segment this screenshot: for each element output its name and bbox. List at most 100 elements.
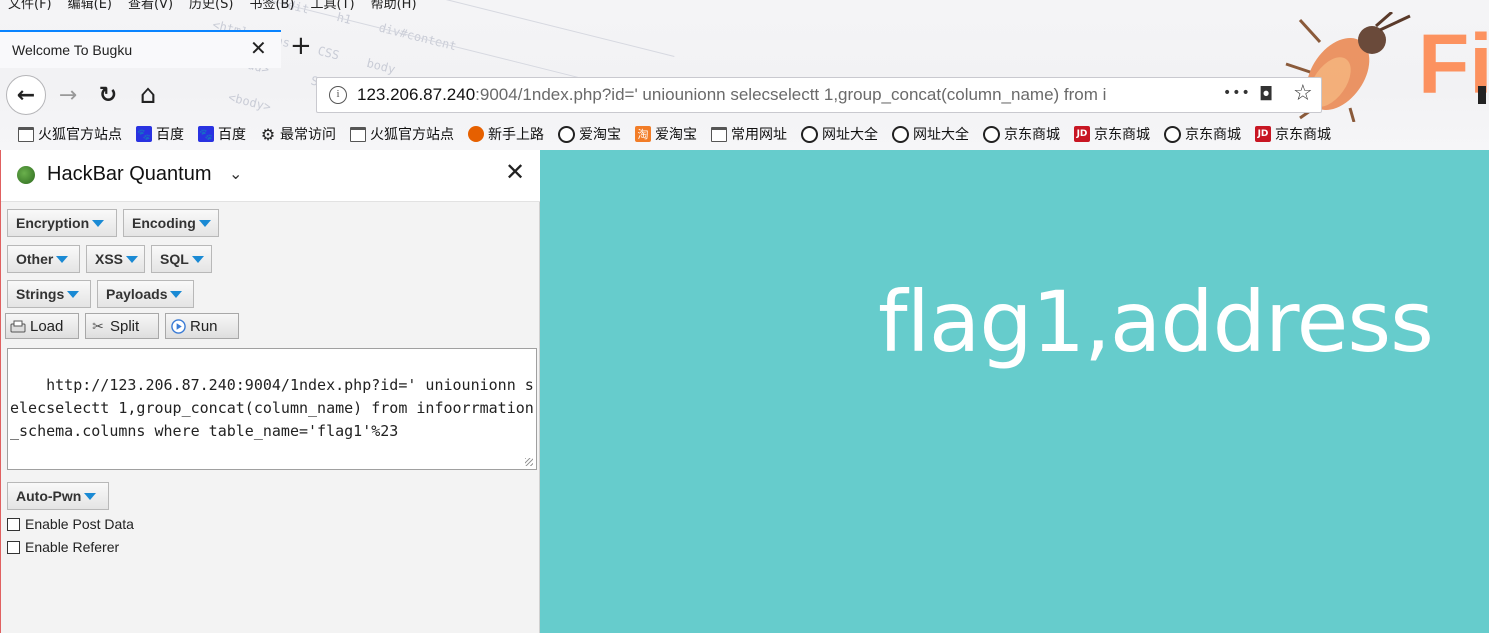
chevron-down-icon[interactable]: ⌄ <box>229 164 242 183</box>
hackbar-sidebar: HackBar Quantum ⌄ ✕ Encryption Encoding … <box>0 150 540 633</box>
baidu-icon: 🐾 <box>198 126 214 142</box>
page-actions-icon[interactable]: ••• <box>1223 85 1251 101</box>
bookmark-item[interactable]: JD 京东商城 <box>1074 124 1150 144</box>
dropdown-arrow-icon <box>84 492 97 500</box>
url-path: :9004/1ndex.php?id=' uniounionn selecsel… <box>475 85 1107 104</box>
pocket-icon[interactable]: ◘ <box>1259 84 1273 105</box>
menu-bookmarks[interactable]: 书签(B) <box>241 0 302 17</box>
dropdown-arrow-icon <box>198 219 211 227</box>
load-url-button[interactable]: Load <box>5 313 79 339</box>
back-arrow-icon: ← <box>16 82 36 108</box>
tab-welcome[interactable]: Welcome To Bugku ✕ <box>0 30 281 68</box>
new-tab-icon[interactable]: + <box>290 33 312 59</box>
browser-chrome: Console Edit h1 div#content <html xmlns … <box>0 0 1489 150</box>
encoding-menu[interactable]: Encoding <box>123 209 219 237</box>
xss-label: XSS <box>95 251 124 267</box>
menu-history[interactable]: 历史(S) <box>181 0 241 17</box>
tab-strip: Welcome To Bugku ✕ + <box>0 30 1489 68</box>
bookmark-item[interactable]: 🐾 百度 <box>198 124 246 144</box>
menu-tools[interactable]: 工具(T) <box>303 0 363 17</box>
bookmark-label: 京东商城 <box>1185 127 1241 143</box>
bookmark-item[interactable]: 🐾 百度 <box>136 124 184 144</box>
bookmark-item[interactable]: 火狐官方站点 <box>350 124 454 144</box>
back-button[interactable]: ← <box>6 75 46 115</box>
site-info-icon[interactable]: i <box>329 86 347 104</box>
jd-icon: JD <box>1255 126 1271 142</box>
bookmark-item[interactable]: 淘爱淘宝 <box>635 124 697 144</box>
bookmark-item[interactable]: 新手上路 <box>468 124 544 144</box>
resize-grip-icon[interactable] <box>525 458 533 466</box>
bookmark-label: 常用网址 <box>731 127 787 143</box>
page-content: flag1,address <box>540 150 1489 633</box>
dropdown-arrow-icon <box>126 255 139 263</box>
payloads-menu[interactable]: Payloads <box>97 280 194 308</box>
dropdown-arrow-icon <box>56 255 69 263</box>
url-bar[interactable]: i 123.206.87.240:9004/1ndex.php?id=' uni… <box>316 77 1322 113</box>
bookmark-item[interactable]: ⚙ 最常访问 <box>260 124 336 144</box>
xss-menu[interactable]: XSS <box>86 245 145 273</box>
strings-label: Strings <box>16 286 65 302</box>
menu-view[interactable]: 查看(V) <box>120 0 181 17</box>
sidebar-close-icon[interactable]: ✕ <box>505 160 525 184</box>
home-button[interactable]: ⌂ <box>128 75 168 115</box>
bookmark-item[interactable]: 爱淘宝 <box>558 124 621 144</box>
folder-icon <box>711 126 727 142</box>
auto-pwn-menu[interactable]: Auto-Pwn <box>7 482 109 510</box>
home-icon: ⌂ <box>139 80 157 110</box>
load-icon <box>10 318 26 334</box>
tab-title: Welcome To Bugku <box>12 42 133 58</box>
enable-post-data-label: Enable Post Data <box>25 516 134 532</box>
enable-referer-checkbox[interactable] <box>7 540 20 554</box>
forward-button[interactable]: → <box>48 75 88 115</box>
bookmark-label: 京东商城 <box>1094 127 1150 143</box>
enable-referer-label: Enable Referer <box>25 539 120 555</box>
other-menu[interactable]: Other <box>7 245 80 273</box>
dropdown-arrow-icon <box>170 290 183 298</box>
enable-post-data-row[interactable]: Enable Post Data <box>7 516 134 532</box>
menu-edit[interactable]: 编辑(E) <box>60 0 120 17</box>
run-button[interactable]: Run <box>165 313 239 339</box>
bookmark-item[interactable]: 常用网址 <box>711 124 787 144</box>
run-label: Run <box>190 317 218 335</box>
split-label: Split <box>110 317 140 335</box>
dropdown-arrow-icon <box>92 219 105 227</box>
firefox-icon <box>468 126 484 142</box>
bookmark-item[interactable]: 火狐官方站点 <box>18 124 122 144</box>
baidu-icon: 🐾 <box>136 126 152 142</box>
strings-menu[interactable]: Strings <box>7 280 91 308</box>
bookmark-label: 火狐官方站点 <box>38 127 122 143</box>
sql-menu[interactable]: SQL <box>151 245 212 273</box>
bookmark-star-icon[interactable]: ☆ <box>1293 81 1313 106</box>
url-text[interactable]: 123.206.87.240:9004/1ndex.php?id=' uniou… <box>357 85 1187 105</box>
globe-icon <box>892 125 909 143</box>
folder-icon <box>350 126 366 142</box>
bookmark-label: 火狐官方站点 <box>370 127 454 143</box>
bookmark-item[interactable]: 网址大全 <box>801 124 878 144</box>
url-host: 123.206.87.240 <box>357 85 476 104</box>
menu-help[interactable]: 帮助(H) <box>363 0 425 17</box>
scissors-icon: ✂ <box>92 317 104 334</box>
enable-post-data-checkbox[interactable] <box>7 517 20 531</box>
encryption-menu[interactable]: Encryption <box>7 209 117 237</box>
load-label: Load <box>30 317 64 335</box>
reload-button[interactable]: ↻ <box>88 75 128 115</box>
encoding-label: Encoding <box>132 215 196 231</box>
sidebar-title[interactable]: HackBar Quantum <box>47 163 212 186</box>
bookmark-label: 爱淘宝 <box>579 127 621 143</box>
globe-icon <box>1164 125 1181 143</box>
tab-close-icon[interactable]: ✕ <box>250 38 267 58</box>
nav-bar: ← → ↻ ⌂ i 123.206.87.240:9004/1ndex.php?… <box>0 72 1489 118</box>
bookmark-item[interactable]: 京东商城 <box>983 124 1060 144</box>
split-url-button[interactable]: ✂ Split <box>85 313 159 339</box>
auto-pwn-label: Auto-Pwn <box>16 488 82 504</box>
bookmark-item[interactable]: JD 京东商城 <box>1255 124 1331 144</box>
globe-icon <box>801 125 818 143</box>
bookmark-item[interactable]: 京东商城 <box>1164 124 1241 144</box>
payloads-label: Payloads <box>106 286 168 302</box>
play-icon <box>170 318 186 334</box>
query-result-text: flag1,address <box>878 273 1434 371</box>
menu-file[interactable]: 文件(F) <box>0 0 60 17</box>
url-textarea[interactable]: http://123.206.87.240:9004/1ndex.php?id=… <box>7 348 537 470</box>
bookmark-item[interactable]: 网址大全 <box>892 124 969 144</box>
enable-referer-row[interactable]: Enable Referer <box>7 539 119 555</box>
